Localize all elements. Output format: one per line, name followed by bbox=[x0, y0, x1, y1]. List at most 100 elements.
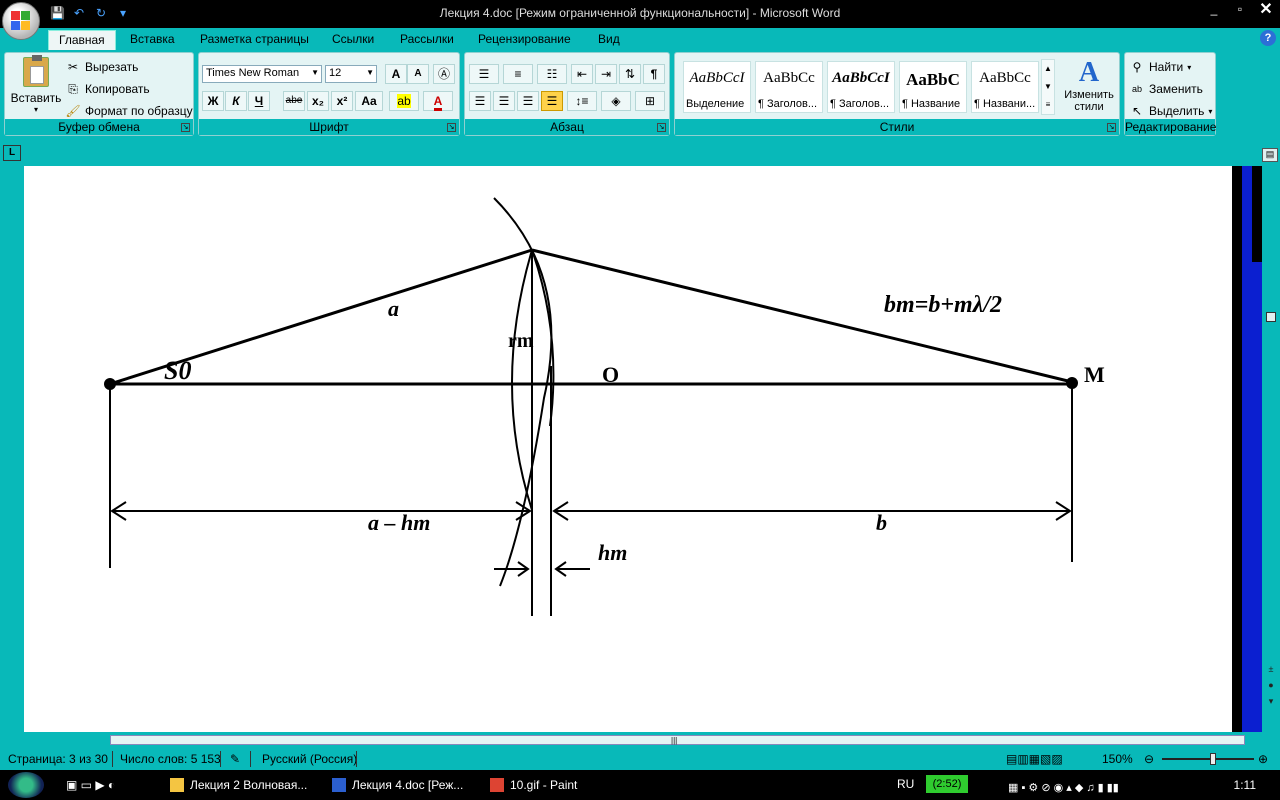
page-count[interactable]: Страница: 3 из 30 bbox=[8, 752, 108, 766]
maximize-button[interactable]: ▫ bbox=[1232, 2, 1248, 16]
dialog-launcher-icon[interactable]: ↘ bbox=[447, 123, 456, 132]
office-button[interactable] bbox=[2, 2, 40, 40]
select-button[interactable]: ↖ Выделить ▾ bbox=[1129, 101, 1212, 121]
select-label: Выделить bbox=[1149, 104, 1205, 118]
tab-page-layout[interactable]: Разметка страницы bbox=[190, 30, 319, 50]
borders-button[interactable]: ⊞ bbox=[635, 91, 665, 111]
source-point bbox=[104, 378, 116, 390]
align-right-button[interactable]: ☰ bbox=[517, 91, 539, 111]
line-spacing-button[interactable]: ↕≡ bbox=[567, 91, 597, 111]
zoom-in-icon[interactable]: ⊕ bbox=[1258, 752, 1268, 766]
margin-blue-band bbox=[1242, 262, 1262, 732]
tab-mailings[interactable]: Рассылки bbox=[390, 30, 464, 50]
dialog-launcher-icon[interactable]: ↘ bbox=[657, 123, 666, 132]
shading-button[interactable]: ◈ bbox=[601, 91, 631, 111]
show-marks-button[interactable]: ¶ bbox=[643, 64, 665, 84]
font-size-combo[interactable]: 12 ▼ bbox=[325, 65, 377, 83]
tab-view[interactable]: Вид bbox=[588, 30, 630, 50]
prev-page-icon[interactable]: ± bbox=[1266, 664, 1276, 674]
style-heading-2[interactable]: AaBbCcI ¶ Заголов... bbox=[827, 61, 895, 113]
find-button[interactable]: ⚲ Найти ▾ bbox=[1129, 57, 1192, 77]
cut-label: Вырезать bbox=[85, 60, 139, 74]
align-left-button[interactable]: ☰ bbox=[469, 91, 491, 111]
tab-home[interactable]: Главная bbox=[48, 30, 116, 50]
italic-button[interactable]: К bbox=[225, 91, 247, 111]
document-page[interactable]: a bm=b+mλ/2 rm S0 O M a – hm b hm bbox=[24, 166, 1232, 732]
change-styles-button[interactable]: A Изменить стили bbox=[1059, 57, 1119, 117]
shrink-font-button[interactable]: A bbox=[407, 64, 429, 84]
numbering-button[interactable]: ≡ bbox=[503, 64, 533, 84]
wavefront-arc-inner bbox=[511, 249, 533, 511]
chevron-down-icon: ▾ bbox=[33, 105, 38, 114]
cursor-icon: ↖ bbox=[1131, 104, 1143, 118]
multilevel-list-button[interactable]: ☷ bbox=[537, 64, 567, 84]
start-button[interactable] bbox=[8, 772, 44, 798]
vertical-scrollbar[interactable]: ± ● ▾ bbox=[1262, 166, 1280, 732]
scroll-track[interactable]: ||| bbox=[110, 735, 1245, 745]
zoom-slider-thumb[interactable] bbox=[1210, 753, 1216, 765]
style-emphasis[interactable]: AaBbCcI Выделение bbox=[683, 61, 751, 113]
subscript-button[interactable]: x₂ bbox=[307, 91, 329, 111]
scroll-grip-icon[interactable]: ||| bbox=[671, 736, 677, 745]
tab-insert[interactable]: Вставка bbox=[120, 30, 185, 50]
underline-button[interactable]: Ч bbox=[248, 91, 270, 111]
highlight-button[interactable]: ab bbox=[389, 91, 419, 111]
taskbar-item-lecture-2[interactable]: Лекция 2 Волновая... bbox=[170, 774, 307, 796]
bold-button[interactable]: Ж bbox=[202, 91, 224, 111]
dialog-launcher-icon[interactable]: ↘ bbox=[1107, 123, 1116, 132]
align-center-button[interactable]: ☰ bbox=[493, 91, 515, 111]
dialog-launcher-icon[interactable]: ↘ bbox=[181, 123, 190, 132]
copy-label: Копировать bbox=[85, 82, 150, 96]
quicklaunch-icons[interactable]: ▣ ▭ ▶ ◐ bbox=[66, 774, 115, 796]
view-buttons[interactable]: ▤▥▦▧▨ bbox=[1006, 752, 1063, 766]
styles-scroll[interactable]: ▲ ▼ ≡ bbox=[1041, 59, 1055, 115]
bullets-button[interactable]: ☰ bbox=[469, 64, 499, 84]
tab-review[interactable]: Рецензирование bbox=[468, 30, 581, 50]
style-title[interactable]: AaBbC ¶ Название bbox=[899, 61, 967, 113]
minimize-button[interactable]: _ bbox=[1206, 2, 1222, 16]
justify-button[interactable]: ☰ bbox=[541, 91, 563, 111]
scroll-thumb[interactable] bbox=[1266, 312, 1276, 322]
change-case-button[interactable]: Aa bbox=[355, 91, 383, 111]
taskbar-item-lecture-4[interactable]: Лекция 4.doc [Реж... bbox=[332, 774, 463, 796]
word-window: 💾 ↶ ↻ ▾ Лекция 4.doc [Режим ограниченной… bbox=[0, 0, 1280, 800]
zoom-out-icon[interactable]: ⊖ bbox=[1144, 752, 1154, 766]
replace-button[interactable]: ab Заменить bbox=[1129, 79, 1203, 99]
horizontal-scrollbar[interactable]: ||| bbox=[0, 732, 1280, 748]
strikethrough-button[interactable]: abe bbox=[283, 91, 305, 111]
tray-icons[interactable]: ▦ ▪ ⚙ ⊘ ◉ ▴ ◆ ♫ ▮ ▮▮ bbox=[1008, 776, 1119, 798]
sort-button[interactable]: ⇅ bbox=[619, 64, 641, 84]
tray-status-badge[interactable]: (2:52) bbox=[926, 775, 968, 793]
copy-button[interactable]: ⎘ Копировать bbox=[65, 79, 150, 99]
word-count[interactable]: Число слов: 5 153 bbox=[120, 752, 221, 766]
taskbar-item-paint[interactable]: 10.gif - Paint bbox=[490, 774, 577, 796]
tab-selector-icon[interactable]: L bbox=[3, 145, 21, 161]
zoom-level[interactable]: 150% bbox=[1102, 752, 1133, 766]
input-language[interactable]: RU bbox=[897, 777, 914, 791]
strike-label: abe bbox=[285, 95, 303, 106]
clear-formatting-button[interactable]: Ⓐ bbox=[433, 64, 455, 84]
close-button[interactable]: ✕ bbox=[1258, 0, 1274, 19]
decrease-indent-button[interactable]: ⇤ bbox=[571, 64, 593, 84]
font-color-button[interactable]: A bbox=[423, 91, 453, 111]
paste-button[interactable]: Вставить ▾ bbox=[9, 55, 63, 117]
language-status[interactable]: Русский (Россия) bbox=[262, 752, 357, 766]
style-heading-1[interactable]: AaBbCc ¶ Заголов... bbox=[755, 61, 823, 113]
font-name-combo[interactable]: Times New Roman ▼ bbox=[202, 65, 322, 83]
highlighter-icon: ab bbox=[397, 94, 411, 108]
format-painter-button[interactable]: 🖌 Формат по образцу bbox=[65, 101, 192, 121]
spelling-check-icon[interactable]: ✎ bbox=[230, 752, 240, 766]
help-icon[interactable]: ? bbox=[1260, 30, 1276, 46]
next-page-icon[interactable]: ▾ bbox=[1266, 696, 1276, 706]
increase-indent-button[interactable]: ⇥ bbox=[595, 64, 617, 84]
line-spacing-icon: ↕≡ bbox=[575, 94, 589, 108]
cut-button[interactable]: ✂ Вырезать bbox=[65, 57, 138, 77]
view-ruler-icon[interactable]: ▤ bbox=[1262, 148, 1278, 162]
tab-references[interactable]: Ссылки bbox=[322, 30, 384, 50]
clock[interactable]: 1:11 bbox=[1234, 778, 1256, 792]
grow-font-button[interactable]: A bbox=[385, 64, 407, 84]
superscript-button[interactable]: x² bbox=[331, 91, 353, 111]
zoom-slider[interactable] bbox=[1162, 758, 1254, 760]
select-browse-object-icon[interactable]: ● bbox=[1266, 680, 1276, 690]
style-subtitle[interactable]: AaBbCc ¶ Названи... bbox=[971, 61, 1039, 113]
